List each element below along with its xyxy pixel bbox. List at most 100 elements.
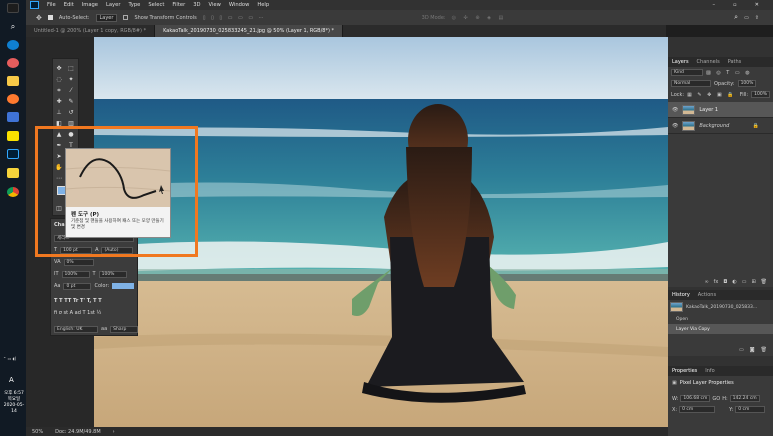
app-icon-2[interactable] (7, 94, 19, 104)
link-icon[interactable]: GO (712, 396, 720, 402)
3d-icons[interactable]: ◎ ✣ ⊕ ◈ ▤ (452, 15, 507, 21)
sticky-notes-icon[interactable] (7, 168, 19, 178)
history-step-layer-via-copy[interactable]: Layer Via Copy (668, 324, 773, 334)
magic-wand-icon[interactable]: ✦ (67, 76, 75, 83)
eyedropper-icon[interactable]: ⁄ (67, 87, 75, 94)
menu-help[interactable]: Help (257, 2, 269, 8)
tray-icons[interactable]: ⌃ ▭ ◖) (3, 356, 23, 361)
folder-icon[interactable]: ▭ (742, 279, 747, 285)
camera-icon[interactable]: ◙ (750, 347, 755, 356)
opacity-field[interactable]: 100% (737, 80, 757, 87)
tab-untitled-1[interactable]: Untitled-1 @ 200% (Layer 1 copy, RGB/8#)… (26, 25, 156, 37)
adjustment-icon[interactable]: ◐ (732, 279, 736, 285)
tab-actions[interactable]: Actions (698, 292, 716, 298)
move-tool-icon[interactable]: ✥ (36, 14, 42, 22)
input-language[interactable]: A (9, 376, 14, 384)
menu-file[interactable]: File (47, 2, 56, 8)
settings-app-icon[interactable] (7, 40, 19, 50)
auto-select-dropdown[interactable]: Layer (95, 13, 118, 22)
width-field[interactable]: 106.68 cm (680, 395, 711, 402)
move-tool-icon[interactable]: ✥ (55, 65, 63, 72)
eye-icon[interactable]: 👁 (672, 123, 678, 129)
search-icon[interactable]: ⌕ (734, 13, 738, 22)
file-explorer-icon[interactable] (7, 76, 19, 86)
horizontal-scale-icon: T (92, 271, 96, 277)
layer-filter-dropdown[interactable]: Kind (671, 69, 703, 76)
menu-bar: File Edit Image Layer Type Select Filter… (26, 0, 773, 10)
trash-icon[interactable]: 🗑 (761, 347, 767, 356)
fx-icon[interactable]: fx (714, 279, 719, 285)
crop-tool-icon[interactable]: ⌗ (55, 87, 63, 94)
auto-select-checkbox[interactable] (47, 15, 53, 20)
trash-icon[interactable]: 🗑 (761, 279, 767, 285)
share-icon[interactable]: ⇪ (755, 15, 759, 21)
maximize-icon[interactable]: ▫ (733, 2, 737, 8)
layer-row-background[interactable]: 👁 Background 🔒 (668, 118, 773, 134)
opentype-buttons[interactable]: fi σ st A ad T 1st ½ (54, 309, 101, 317)
status-arrow-icon[interactable]: › (113, 429, 115, 435)
y-field[interactable]: 0 cm (735, 406, 766, 413)
horizontal-scale-field[interactable]: 100% (98, 270, 127, 278)
menu-type[interactable]: Type (128, 2, 140, 8)
tab-properties[interactable]: Properties (672, 368, 697, 374)
workspace-icon[interactable]: ▭ (744, 15, 749, 21)
align-icons[interactable]: ▯ ▯ ▯ ▭ ▭ ▭ ⋯ (203, 15, 266, 21)
minimize-icon[interactable]: – (713, 2, 716, 8)
tab-paths[interactable]: Paths (728, 59, 742, 65)
tab-kakaotalk[interactable]: KakaoTalk_20190730_025833245_21.jpg @ 50… (155, 25, 344, 37)
faux-style-buttons[interactable]: T T TT Tr T' T, T T (54, 297, 102, 305)
antialias-dropdown[interactable]: Sharp (110, 325, 139, 333)
tab-info[interactable]: Info (705, 368, 714, 374)
blend-mode-dropdown[interactable]: Normal (671, 80, 711, 87)
menu-image[interactable]: Image (82, 2, 98, 8)
history-snapshot[interactable]: KakaoTalk_20190730_025833... (668, 300, 773, 314)
vertical-scale-field[interactable]: 100% (61, 270, 90, 278)
marquee-tool-icon[interactable]: ⬚ (67, 65, 75, 72)
clone-stamp-icon[interactable]: ⊥ (55, 109, 63, 116)
width-label: W: (672, 395, 679, 402)
height-field[interactable]: 142.24 cm (729, 395, 760, 402)
baseline-field[interactable]: 0 pt (63, 282, 92, 290)
new-document-icon[interactable]: ▭ (739, 347, 744, 356)
filter-icons[interactable]: ▨ ◎ T ▭ ◍ (706, 70, 752, 76)
menu-select[interactable]: Select (148, 2, 164, 8)
menu-layer[interactable]: Layer (106, 2, 120, 8)
tab-layers[interactable]: Layers (672, 59, 689, 65)
lock-icon[interactable]: ▦ ✎ ✥ ▣ 🔒 (687, 92, 735, 98)
search-icon[interactable]: ⌕ (7, 22, 19, 32)
history-brush-icon[interactable]: ↺ (67, 109, 75, 116)
history-panel: History Actions KakaoTalk_20190730_02583… (668, 290, 773, 356)
menu-view[interactable]: View (209, 2, 221, 8)
healing-brush-icon[interactable]: ✚ (55, 98, 63, 105)
kakaotalk-icon[interactable] (7, 131, 19, 141)
close-icon[interactable]: ✕ (755, 2, 759, 8)
mask-icon[interactable]: ◘ (723, 279, 727, 285)
windows-start-icon[interactable] (7, 3, 19, 13)
zoom-level[interactable]: 50% (32, 429, 43, 435)
eye-icon[interactable]: 👁 (672, 107, 678, 113)
show-transform-checkbox[interactable] (123, 15, 129, 20)
lasso-tool-icon[interactable]: ◌ (55, 76, 63, 83)
link-icon[interactable]: ∞ (704, 279, 708, 285)
history-step-open[interactable]: Open (668, 314, 773, 324)
layers-footer: ∞ fx ◘ ◐ ▭ ⊞ 🗑 (668, 277, 773, 287)
layer-row-layer-1[interactable]: 👁 Layer 1 (668, 102, 773, 118)
menu-3d[interactable]: 3D (193, 2, 200, 8)
photoshop-taskbar-icon[interactable] (7, 149, 19, 159)
tab-history[interactable]: History (672, 292, 690, 298)
menu-window[interactable]: Window (229, 2, 249, 8)
x-field[interactable]: 0 cm (679, 406, 716, 413)
chrome-icon[interactable] (7, 187, 19, 197)
clock[interactable]: 오후 6:57 목요일 2020-05-14 (2, 391, 26, 415)
text-color-swatch[interactable] (112, 283, 135, 289)
language-dropdown[interactable]: English: UK (54, 325, 98, 333)
tab-channels[interactable]: Channels (697, 59, 720, 65)
new-layer-icon[interactable]: ⊞ (751, 279, 755, 285)
fill-field[interactable]: 100% (751, 91, 770, 98)
app-icon-3[interactable] (7, 112, 19, 122)
menu-filter[interactable]: Filter (172, 2, 185, 8)
menu-edit[interactable]: Edit (64, 2, 74, 8)
brush-tool-icon[interactable]: ✎ (67, 98, 75, 105)
tracking-field[interactable]: 0% (63, 258, 94, 266)
app-icon-1[interactable] (7, 58, 19, 68)
